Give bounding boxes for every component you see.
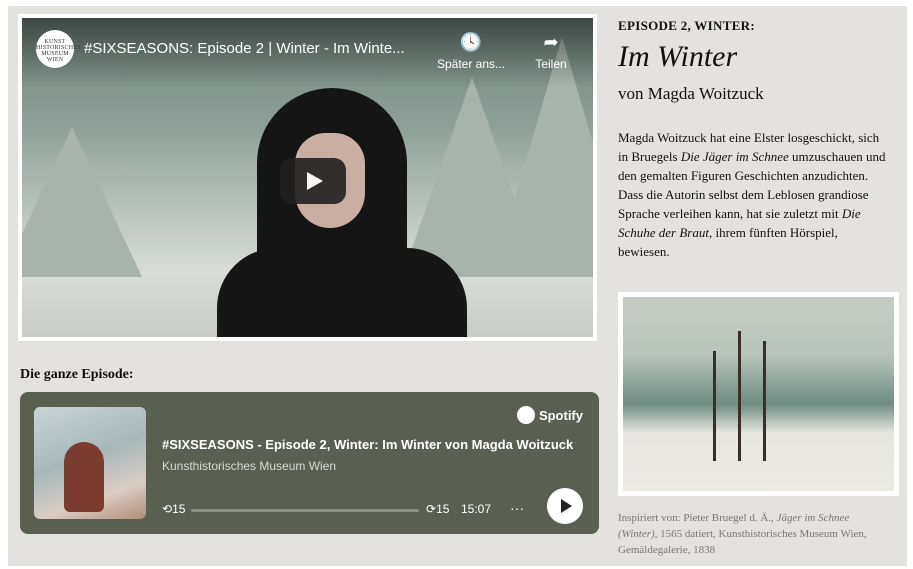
painting-image [618,292,899,496]
podcast-cover [34,407,146,519]
spotify-embed[interactable]: Spotify #SIXSEASONS - Episode 2, Winter:… [20,392,599,534]
progress-bar[interactable] [191,509,419,512]
play-button[interactable] [280,158,346,204]
episode-kicker: EPISODE 2, WINTER: [618,18,755,33]
page-title: Im Winter [618,40,738,73]
episode-label: Die ganze Episode: [20,367,134,382]
skip-forward-button[interactable]: ⟳15 [426,502,449,516]
channel-logo[interactable]: KUNST HISTORISCHES MUSEUM WIEN [36,30,80,68]
podcast-name[interactable]: Kunsthistorisches Museum Wien [162,459,336,473]
skip-back-button[interactable]: ⟲15 [162,502,185,516]
video-title[interactable]: #SIXSEASONS: Episode 2 | Winter - Im Win… [84,40,404,57]
share-icon: ➦ [543,32,559,52]
byline: von Magda Woitzuck [618,84,764,103]
video-player[interactable]: KUNST HISTORISCHES MUSEUM WIEN #SIXSEASONS:… [18,14,597,341]
clock-icon: 🕓 [459,32,483,52]
mountain [22,127,142,277]
more-button[interactable]: ··· [510,500,524,516]
spotify-icon [516,406,535,424]
spotify-play-button[interactable] [547,488,583,524]
episode-title[interactable]: #SIXSEASONS - Episode 2, Winter: Im Wint… [162,437,573,452]
video-frame[interactable]: KUNST HISTORISCHES MUSEUM WIEN #SIXSEASONS:… [22,18,593,337]
speaker-figure [217,88,467,337]
share-button[interactable]: ➦ Teilen [516,32,586,71]
painting-caption: Inspiriert von: Pieter Bruegel d. Ä., Jä… [618,512,867,556]
watch-later-label: Später ans... [436,57,506,71]
article-paragraph: Magda Woitzuck hat eine Elster losgeschi… [618,130,886,259]
time-remaining: 15:07 [461,502,492,516]
watch-later-button[interactable]: 🕓 Später ans... [436,32,506,71]
share-label: Teilen [535,57,567,71]
spotify-logo[interactable]: Spotify [516,406,583,424]
